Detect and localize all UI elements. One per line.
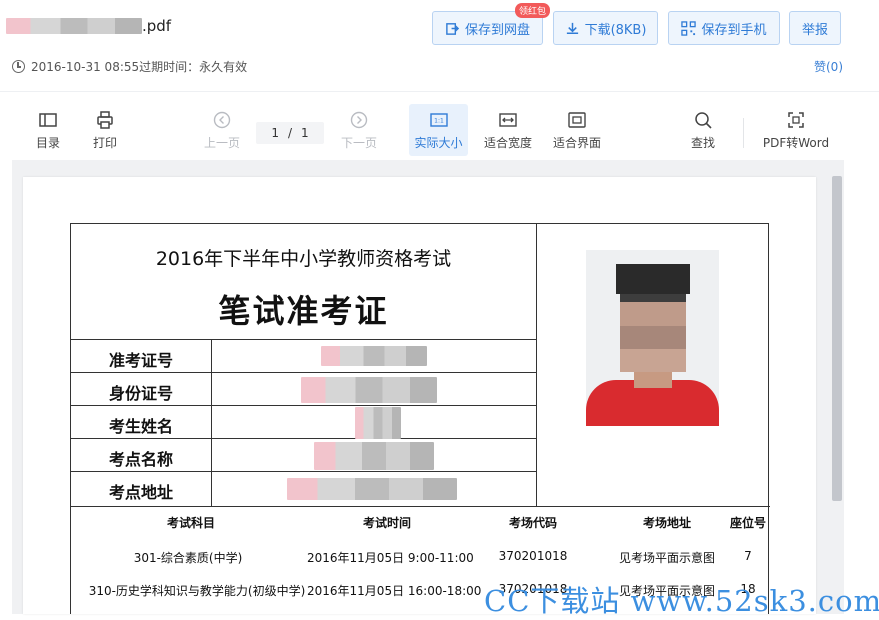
label-divider [211, 339, 212, 506]
admission-ticket: 2016年下半年中小学教师资格考试 笔试准考证 准考证号 身份证号 考生姓名 考… [70, 223, 770, 614]
document-viewer: 2016年下半年中小学教师资格考试 笔试准考证 准考证号 身份证号 考生姓名 考… [12, 160, 844, 614]
expiry-label: 过期时间： [139, 60, 200, 74]
row-line [71, 339, 536, 340]
exam2-time: 2016年11月05日 16:00-18:00 [307, 584, 482, 598]
actual-size-glyph: 1:1 [434, 117, 444, 124]
header-subject: 考试科目 [166, 516, 215, 530]
report-button[interactable]: 举报 [789, 11, 841, 45]
next-page-label: 下一页 [340, 135, 377, 150]
toc-button[interactable]: 目录 [30, 104, 66, 156]
qrcode-icon [681, 20, 697, 36]
fit-page-button[interactable]: 适合界面 [549, 104, 605, 156]
prev-page-label: 上一页 [203, 135, 240, 150]
save-cloud-icon [446, 22, 460, 35]
file-name-blurred [6, 18, 142, 34]
print-button[interactable]: 打印 [87, 104, 123, 156]
exam1-seat: 7 [744, 549, 752, 563]
find-button[interactable]: 查找 [686, 104, 720, 156]
page-indicator[interactable]: 1 / 1 [256, 122, 324, 144]
total-pages: 1 [301, 126, 309, 140]
file-meta: 2016-10-31 08:55 过期时间： 永久有效 [12, 58, 247, 75]
download-icon [566, 22, 578, 34]
save-to-phone-label: 保存到手机 [701, 22, 767, 38]
clock-icon [12, 60, 25, 73]
row-line [71, 438, 536, 439]
fit-width-button[interactable]: 适合宽度 [480, 104, 536, 156]
like-link[interactable]: 赞(0) [814, 58, 843, 75]
actual-size-icon: 1:1 [429, 112, 448, 127]
exam1-room-code: 370201018 [498, 549, 568, 563]
label-id-number: 身份证号 [108, 384, 173, 403]
current-page: 1 [271, 126, 279, 140]
center-address-redacted [287, 478, 457, 500]
actual-size-label: 实际大小 [414, 135, 463, 150]
print-label: 打印 [92, 135, 117, 150]
exam1-time: 2016年11月05日 9:00-11:00 [307, 551, 474, 565]
save-to-cloud-label: 保存到网盘 [464, 22, 530, 38]
exam2-subject: 310-历史学科知识与教学能力(初级中学) [88, 584, 306, 598]
pdf-page: 2016年下半年中小学教师资格考试 笔试准考证 准考证号 身份证号 考生姓名 考… [23, 177, 816, 614]
fit-page-icon [568, 111, 586, 128]
exam-title: 2016年下半年中小学教师资格考试 [155, 248, 452, 270]
candidate-photo [586, 250, 719, 426]
label-center-name: 考点名称 [108, 450, 173, 469]
center-name-redacted [314, 442, 434, 470]
download-label: 下载(8KB) [584, 22, 647, 38]
label-candidate-name: 考生姓名 [108, 417, 173, 436]
fit-width-label: 适合宽度 [483, 135, 532, 150]
save-to-cloud-button[interactable]: 保存到网盘 领红包 [432, 3, 550, 45]
sidebar-icon [39, 112, 57, 127]
row-line [71, 405, 536, 406]
row-line [71, 372, 536, 373]
fit-page-label: 适合界面 [552, 135, 601, 150]
ticket-subtitle: 笔试准考证 [218, 292, 389, 330]
toolbar-divider [743, 118, 744, 148]
header-room-code: 考场代码 [508, 516, 557, 530]
label-ticket-number: 准考证号 [108, 351, 173, 370]
file-header: .pdf 2016-10-31 08:55 过期时间： 永久有效 赞(0) 保存… [0, 0, 879, 92]
pdf-to-word-button[interactable]: PDF转Word [759, 104, 833, 156]
photo-divider [536, 224, 537, 506]
save-to-phone-button[interactable]: 保存到手机 [668, 11, 780, 45]
exam1-subject: 301-综合素质(中学) [133, 551, 243, 565]
label-center-address: 考点地址 [108, 483, 173, 502]
page-separator: / [287, 126, 293, 140]
prev-page-button[interactable]: 上一页 [200, 104, 244, 156]
file-extension: .pdf [142, 17, 172, 35]
next-page-button[interactable]: 下一页 [337, 104, 381, 156]
id-number-redacted [301, 377, 437, 403]
header-seat: 座位号 [729, 516, 766, 530]
fit-width-icon [499, 112, 517, 127]
candidate-name-redacted [355, 407, 401, 439]
find-label: 查找 [690, 135, 715, 150]
scrollbar-thumb[interactable] [832, 176, 842, 501]
pdf-to-word-label: PDF转Word [762, 135, 830, 150]
chevron-left-icon [213, 111, 231, 128]
download-button[interactable]: 下载(8KB) [553, 11, 658, 45]
red-packet-badge: 领红包 [514, 3, 550, 18]
file-date: 2016-10-31 08:55 [31, 59, 140, 74]
search-icon [695, 111, 712, 129]
viewer-toolbar: 目录 打印 上一页 下一页 1:1 实际大小 适合宽度 适合界面 查找 PDF转… [0, 100, 879, 158]
toc-label: 目录 [35, 135, 60, 150]
convert-icon [788, 111, 804, 128]
ticket-number-redacted [321, 346, 427, 366]
chevron-right-icon [350, 111, 368, 128]
file-name: .pdf [6, 14, 171, 38]
table-divider [71, 506, 770, 507]
actual-size-button[interactable]: 1:1 实际大小 [409, 104, 468, 156]
photo-hair [616, 264, 690, 294]
exam1-room-address: 见考场平面示意图 [618, 551, 715, 565]
expiry-value: 永久有效 [199, 60, 248, 74]
header-room-address: 考场地址 [642, 516, 691, 530]
row-line [71, 471, 536, 472]
printer-icon [97, 110, 113, 129]
report-label: 举报 [801, 22, 828, 38]
vertical-scrollbar[interactable] [830, 176, 842, 614]
header-time: 考试时间 [362, 516, 411, 530]
